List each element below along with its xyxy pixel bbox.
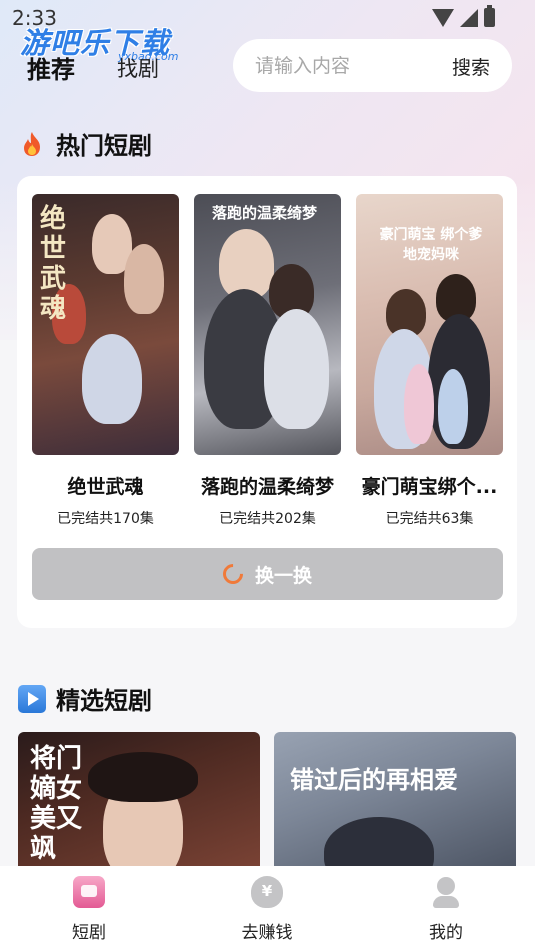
hot-item-name: 豪门萌宝绑个... [361, 476, 498, 498]
poster-image[interactable]: 落跑的温柔绮梦 [194, 194, 341, 455]
poster-title: 落跑的温柔绮梦 [212, 204, 318, 222]
hot-section-title: 热门短剧 [56, 132, 152, 160]
refresh-icon [218, 559, 248, 589]
search-input[interactable] [255, 53, 425, 79]
poster-title: 将门嫡女美又飒 [30, 744, 83, 864]
refresh-button[interactable]: 换一换 [32, 548, 503, 600]
search-box[interactable]: 搜索 [233, 39, 512, 92]
wifi-icon [432, 8, 454, 27]
tab-find[interactable]: 找剧 [117, 53, 159, 83]
hot-item-name: 绝世武魂 [67, 476, 144, 498]
selected-section-title: 精选短剧 [56, 687, 152, 715]
poster-title: 错过后的再相爱 [290, 766, 458, 794]
money-bag-icon [251, 876, 283, 908]
bottom-nav: 短剧 去赚钱 我的 [0, 866, 535, 951]
hot-item-episodes: 已完结共63集 [385, 511, 474, 527]
nav-label: 去赚钱 [241, 923, 293, 943]
search-button[interactable]: 搜索 [452, 53, 490, 80]
nav-item-profile[interactable]: 我的 [391, 876, 501, 943]
tab-recommend[interactable]: 推荐 [27, 50, 75, 85]
hot-item[interactable]: 豪门萌宝 绑个爹地宠妈咪 豪门萌宝绑个... 已完结共63集 [356, 194, 503, 528]
poster-image[interactable]: 绝世武魂 [32, 194, 179, 455]
status-icons [432, 5, 495, 27]
poster-image[interactable]: 豪门萌宝 绑个爹地宠妈咪 [356, 194, 503, 455]
nav-label: 短剧 [72, 923, 106, 943]
battery-icon [484, 5, 495, 27]
hot-item[interactable]: 绝世武魂 绝世武魂 已完结共170集 [32, 194, 179, 528]
nav-item-earn[interactable]: 去赚钱 [212, 876, 322, 943]
nav-label: 我的 [429, 923, 463, 943]
hot-item-episodes: 已完结共170集 [57, 511, 154, 527]
video-icon [73, 876, 105, 908]
user-icon [430, 876, 462, 908]
poster-title: 绝世武魂 [40, 204, 67, 324]
hot-item-name: 落跑的温柔绮梦 [200, 476, 334, 498]
hot-item-episodes: 已完结共202集 [219, 511, 316, 527]
signal-icon [460, 8, 478, 27]
hot-card: 绝世武魂 绝世武魂 已完结共170集 落跑的温柔绮梦 落跑的温柔绮梦 已完结共2… [17, 176, 517, 628]
hot-section-heading: 热门短剧 [18, 126, 152, 161]
selected-poster[interactable]: 将门嫡女美又飒 [18, 732, 260, 872]
selected-section-heading: 精选短剧 [18, 681, 152, 716]
nav-item-shortdrama[interactable]: 短剧 [34, 876, 144, 943]
hot-item[interactable]: 落跑的温柔绮梦 落跑的温柔绮梦 已完结共202集 [194, 194, 341, 528]
selected-poster[interactable]: 错过后的再相爱 [274, 732, 516, 872]
play-icon [18, 684, 46, 713]
poster-title: 豪门萌宝 绑个爹地宠妈咪 [379, 227, 483, 263]
flame-icon [24, 131, 40, 156]
refresh-label: 换一换 [254, 564, 312, 587]
